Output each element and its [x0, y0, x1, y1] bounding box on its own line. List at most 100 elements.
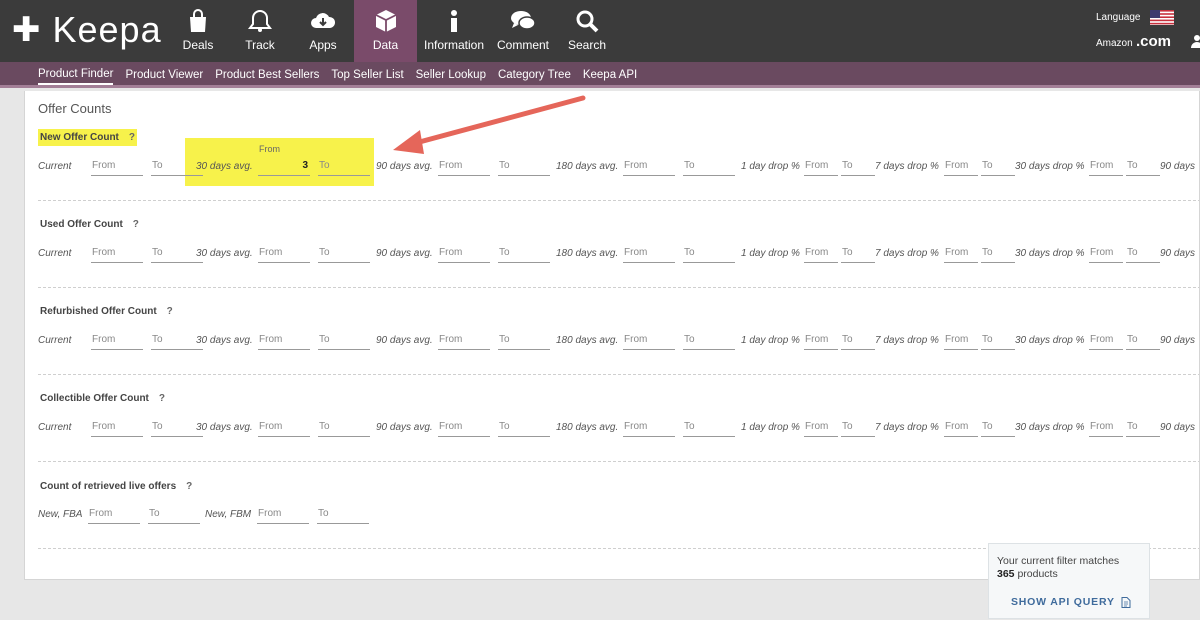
nav-track[interactable]: Track [228, 0, 292, 62]
drop1-from-input[interactable]: From [804, 421, 838, 437]
filter-match-box: Your current filter matches 365 products… [988, 543, 1150, 619]
help-icon[interactable]: ? [186, 481, 192, 492]
avg30-to-input[interactable]: To [318, 421, 370, 437]
keepa-logo[interactable]: ✚ Keepa [12, 12, 162, 48]
avg90-from-input[interactable]: From [438, 334, 490, 350]
subnav-top-seller-list[interactable]: Top Seller List [331, 62, 403, 85]
user-icon[interactable] [1190, 34, 1200, 48]
avg180-from-input[interactable]: From [623, 334, 675, 350]
avg30-from-input[interactable]: From [258, 334, 310, 350]
drop1-to-input[interactable]: To [841, 334, 875, 350]
drop7-to-input[interactable]: To [981, 421, 1015, 437]
drop30-from-input[interactable]: From [1089, 421, 1123, 437]
nav-data[interactable]: Data [354, 0, 417, 62]
drop7-from-input[interactable]: From [944, 247, 978, 263]
drop1-from-input[interactable]: From [804, 160, 838, 176]
new-fbm-to-input[interactable]: To [317, 508, 369, 524]
drop1-label: 1 day drop % [741, 422, 800, 433]
drop1-from-input[interactable]: From [804, 334, 838, 350]
avg180-from-input[interactable]: From [623, 160, 675, 176]
offer-group: Used Offer Count? Current From To 30 days av… [38, 214, 1199, 294]
drop30-from-input[interactable]: From [1089, 334, 1123, 350]
drop7-from-input[interactable]: From [944, 421, 978, 437]
show-api-query-button[interactable]: SHOW API QUERY [1011, 596, 1131, 608]
drop1-from-input[interactable]: From [804, 247, 838, 263]
new-fba-to-input[interactable]: To [148, 508, 200, 524]
drop1-label: 1 day drop % [741, 161, 800, 172]
drop30-from-input[interactable]: From [1089, 160, 1123, 176]
avg180-to-input[interactable]: To [683, 421, 735, 437]
sub-nav: Product Finder Product Viewer Product Be… [0, 62, 1200, 88]
new-fbm-label: New, FBM [205, 509, 252, 520]
help-icon[interactable]: ? [133, 219, 139, 230]
subnav-product-best-sellers[interactable]: Product Best Sellers [215, 62, 319, 85]
avg90-from-input[interactable]: From [438, 421, 490, 437]
help-icon[interactable]: ? [129, 132, 135, 143]
current-from-input[interactable]: From [91, 421, 143, 437]
drop1-to-input[interactable]: To [841, 160, 875, 176]
avg180-to-input[interactable]: To [683, 334, 735, 350]
avg30-to-input[interactable]: To [318, 247, 370, 263]
drop1-to-input[interactable]: To [841, 247, 875, 263]
drop7-to-input[interactable]: To [981, 334, 1015, 350]
help-icon[interactable]: ? [167, 306, 173, 317]
drop30-to-input[interactable]: To [1126, 160, 1160, 176]
divider [38, 461, 1199, 462]
drop30-label: 30 days drop % [1015, 161, 1085, 172]
subnav-product-viewer[interactable]: Product Viewer [125, 62, 203, 85]
avg90-label: 90 days avg. [376, 161, 433, 172]
avg90-to-input[interactable]: To [498, 334, 550, 350]
new-fbm-from-input[interactable]: From [257, 508, 309, 524]
drop7-label: 7 days drop % [875, 422, 939, 433]
drop30-label: 30 days drop % [1015, 422, 1085, 433]
header-right: Language Amazon .com [1080, 0, 1200, 62]
amazon-domain[interactable]: .com [1136, 33, 1171, 50]
help-icon[interactable]: ? [159, 393, 165, 404]
drop1-to-input[interactable]: To [841, 421, 875, 437]
current-from-input[interactable]: From [91, 247, 143, 263]
avg90-to-input[interactable]: To [498, 421, 550, 437]
drop30-to-input[interactable]: To [1126, 334, 1160, 350]
drop7-to-input[interactable]: To [981, 160, 1015, 176]
subnav-keepa-api[interactable]: Keepa API [583, 62, 637, 85]
offer-group: Refurbished Offer Count? Current From To 30 … [38, 301, 1199, 381]
avg180-to-input[interactable]: To [683, 247, 735, 263]
avg180-to-input[interactable]: To [683, 160, 735, 176]
current-from-input[interactable]: From [91, 334, 143, 350]
drop30-to-input[interactable]: To [1126, 421, 1160, 437]
nav-information[interactable]: Information [417, 0, 491, 62]
offer-group-title-text: Collectible Offer Count [40, 393, 149, 404]
avg90-to-input[interactable]: To [498, 160, 550, 176]
avg90-from-input[interactable]: From [438, 160, 490, 176]
nav-comment[interactable]: Comment [491, 0, 555, 62]
current-label: Current [38, 335, 72, 346]
avg180-from-input[interactable]: From [623, 421, 675, 437]
drop30-to-input[interactable]: To [1126, 247, 1160, 263]
avg90-to-input[interactable]: To [498, 247, 550, 263]
subnav-seller-lookup[interactable]: Seller Lookup [416, 62, 486, 85]
avg30-from-input[interactable]: 3 [258, 160, 310, 176]
avg180-label: 180 days avg. [556, 335, 619, 346]
current-label: Current [38, 161, 72, 172]
subnav-category-tree[interactable]: Category Tree [498, 62, 571, 85]
nav-apps[interactable]: Apps [292, 0, 354, 62]
avg30-to-input[interactable]: To [318, 334, 370, 350]
us-flag-icon[interactable] [1150, 10, 1174, 25]
avg30-to-input[interactable]: To [318, 160, 370, 176]
match-count: 365 [997, 568, 1015, 580]
drop7-from-input[interactable]: From [944, 334, 978, 350]
avg180-from-input[interactable]: From [623, 247, 675, 263]
avg30-from-input[interactable]: From [258, 421, 310, 437]
drop7-from-input[interactable]: From [944, 160, 978, 176]
divider [38, 200, 1199, 201]
nav-deals[interactable]: Deals [168, 0, 228, 62]
offer-group-title-text: Refurbished Offer Count [40, 306, 157, 317]
nav-search[interactable]: Search [555, 0, 619, 62]
avg90-from-input[interactable]: From [438, 247, 490, 263]
current-from-input[interactable]: From [91, 160, 143, 176]
subnav-product-finder[interactable]: Product Finder [38, 62, 114, 85]
new-fba-from-input[interactable]: From [88, 508, 140, 524]
drop30-from-input[interactable]: From [1089, 247, 1123, 263]
drop7-to-input[interactable]: To [981, 247, 1015, 263]
avg30-from-input[interactable]: From [258, 247, 310, 263]
